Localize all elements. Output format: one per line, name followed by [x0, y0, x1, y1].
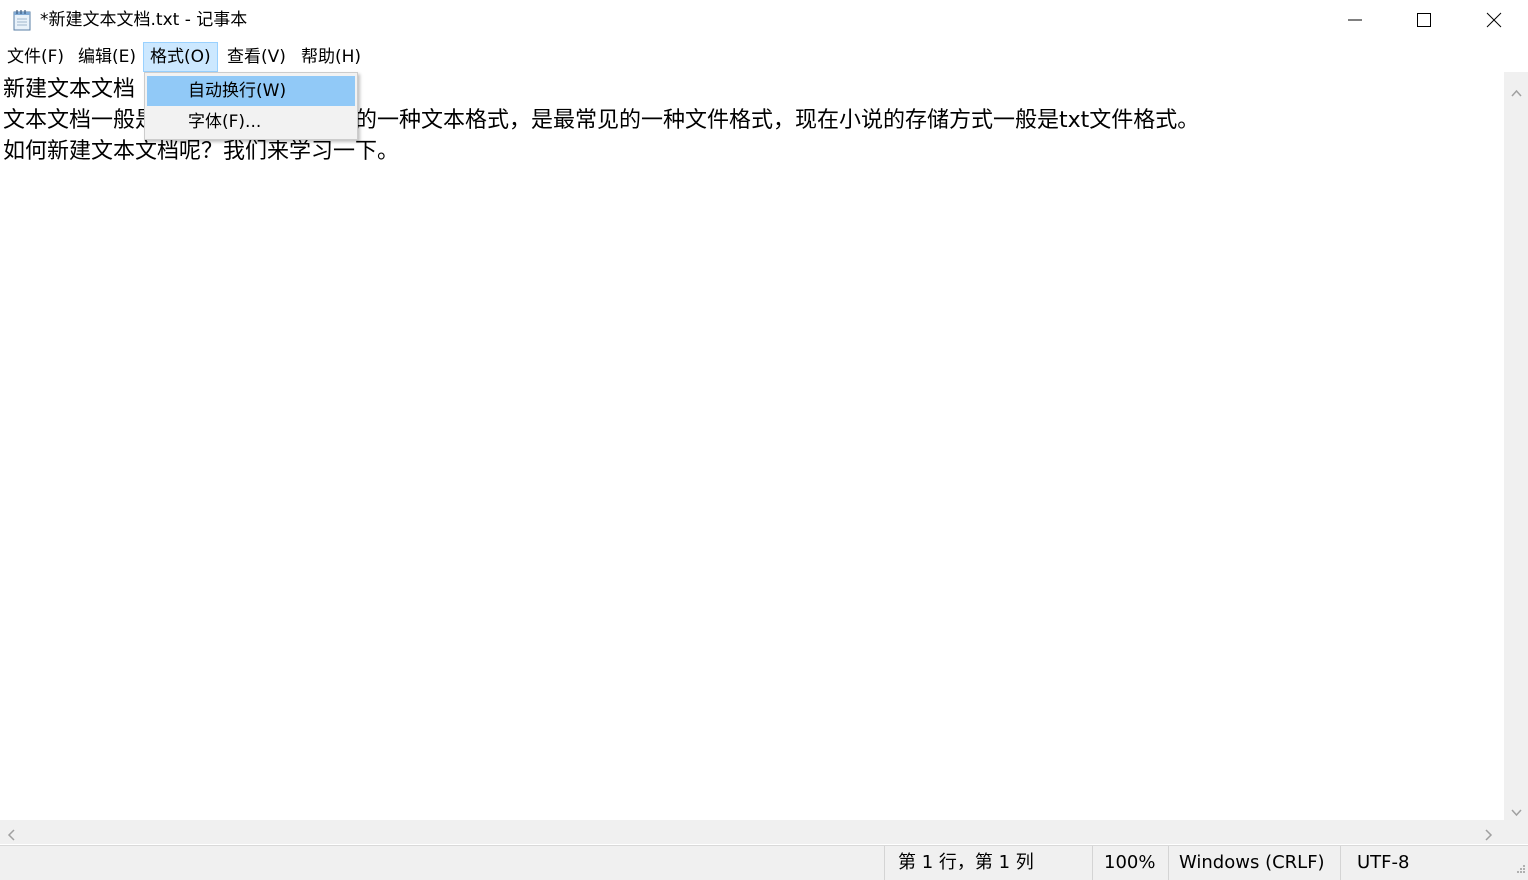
format-dropdown-menu: 自动换行(W) 字体(F)... — [144, 72, 358, 140]
status-zoom: 100% — [1092, 846, 1168, 880]
status-line-ending: Windows (CRLF) — [1168, 846, 1340, 880]
maximize-button[interactable] — [1390, 0, 1458, 40]
window-title: *新建文本文档.txt - 记事本 — [40, 10, 248, 30]
editor-line: 新建文本文档 — [3, 77, 136, 102]
menu-view[interactable]: 查看(V) — [221, 42, 292, 72]
menu-format[interactable]: 格式(O) — [143, 42, 218, 72]
title-bar[interactable]: *新建文本文档.txt - 记事本 — [0, 0, 1528, 40]
text-editor[interactable]: 新建文本文档 文本文档一般是指在操作系统上附带的一种文本格式，是最常见的一种文件… — [0, 72, 1504, 820]
menu-item-word-wrap[interactable]: 自动换行(W) — [147, 76, 355, 106]
scroll-up-icon[interactable] — [1511, 82, 1522, 101]
vertical-scrollbar[interactable] — [1504, 72, 1528, 820]
menu-help[interactable]: 帮助(H) — [295, 42, 367, 72]
maximize-icon — [1416, 12, 1432, 28]
scroll-down-icon[interactable] — [1511, 802, 1522, 821]
close-button[interactable] — [1460, 0, 1528, 40]
menu-bar: 文件(F) 编辑(E) 格式(O) 查看(V) 帮助(H) — [0, 42, 1528, 72]
status-bar: 第 1 行，第 1 列 100% Windows (CRLF) UTF-8 — [0, 845, 1528, 880]
menu-edit[interactable]: 编辑(E) — [72, 42, 142, 72]
scroll-right-icon[interactable] — [1485, 826, 1493, 845]
resize-grip-icon[interactable] — [1516, 859, 1526, 878]
horizontal-scrollbar[interactable] — [0, 820, 1504, 844]
status-encoding: UTF-8 — [1340, 846, 1528, 880]
menu-item-font[interactable]: 字体(F)... — [147, 107, 355, 137]
notepad-icon[interactable] — [12, 9, 32, 31]
minimize-icon — [1347, 12, 1363, 28]
scroll-left-icon[interactable] — [7, 826, 15, 845]
scrollbar-corner — [1504, 820, 1528, 844]
minimize-button[interactable] — [1321, 0, 1389, 40]
editor-line: 如何新建文本文档呢？我们来学习一下。 — [3, 139, 400, 164]
status-cursor-position: 第 1 行，第 1 列 — [884, 846, 1092, 880]
menu-file[interactable]: 文件(F) — [1, 42, 70, 72]
close-icon — [1486, 12, 1502, 28]
